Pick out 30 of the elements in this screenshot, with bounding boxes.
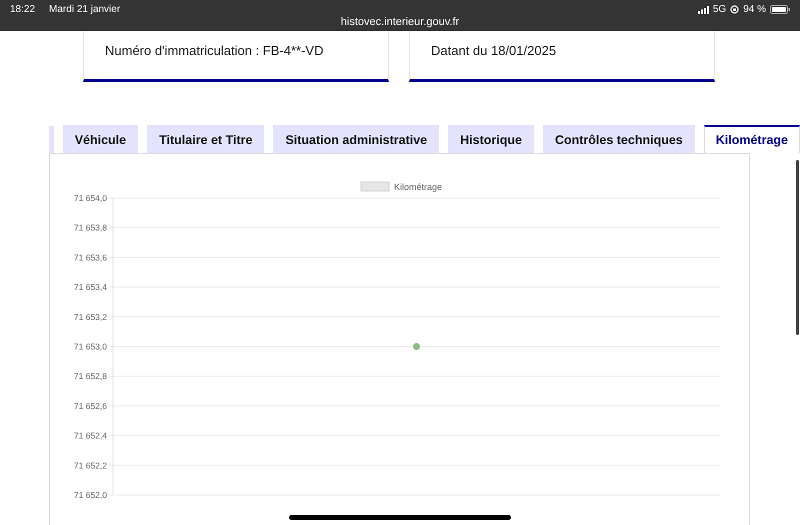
network-label: 5G (712, 4, 726, 15)
tab-edge[interactable] (49, 126, 54, 153)
axis-tick-label: 71 653,2 (74, 312, 107, 322)
tab[interactable]: Titulaire et Titre (147, 125, 264, 153)
axis-tick-label: 71 652,4 (74, 430, 107, 441)
tab[interactable]: Véhicule (62, 125, 138, 153)
axis-tick-label: 71 653,6 (74, 252, 107, 262)
url-bar[interactable]: histovec.interieur.gouv.fr (0, 16, 800, 28)
rotation-lock-icon (730, 5, 740, 14)
axis-tick-label: 71 652,0 (74, 490, 107, 500)
tab[interactable]: Kilométrage (704, 125, 800, 153)
card-text: Datant du 18/01/2025 (431, 43, 556, 58)
battery-icon (770, 5, 790, 14)
axis-tick-label: 71 652,2 (74, 460, 107, 470)
battery-percent: 94 % (743, 4, 766, 15)
axis-tick-label: 71 652,8 (74, 371, 107, 382)
tab[interactable]: Situation administrative (273, 125, 440, 153)
axis-tick-label: 71 654,0 (74, 193, 107, 203)
tab[interactable]: Historique (448, 125, 534, 153)
axis-tick-label: 71 652,6 (74, 400, 107, 411)
status-time: 18:22 (10, 4, 36, 15)
scrollbar[interactable] (796, 160, 799, 335)
signal-icon (698, 6, 709, 14)
axis-tick-label: 71 653,0 (74, 342, 107, 352)
card-text: Numéro d'immatriculation : FB-4**-VD (105, 43, 324, 58)
chart-legend[interactable]: Kilométrage (360, 182, 442, 192)
tab[interactable]: Contrôles techniques (542, 125, 695, 153)
axis-tick-label: 71 653,8 (74, 222, 107, 233)
axis-tick-label: 71 653,4 (74, 282, 107, 292)
status-date: Mardi 21 janvier (49, 4, 120, 15)
